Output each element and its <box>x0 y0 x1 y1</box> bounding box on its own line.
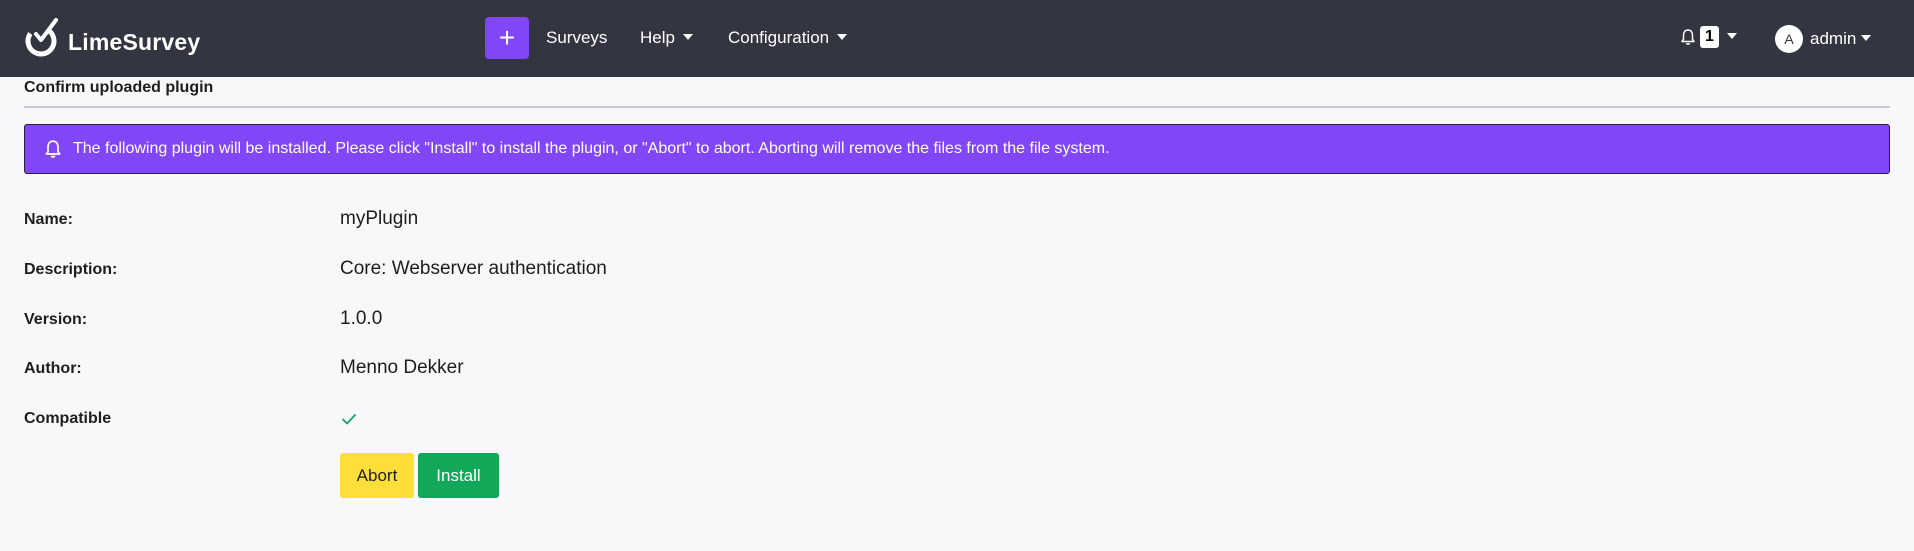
user-name: admin <box>1810 29 1857 48</box>
limesurvey-logo-icon <box>25 18 58 57</box>
nav-surveys-label: Surveys <box>546 28 608 47</box>
title-divider <box>24 106 1890 108</box>
chevron-down-icon <box>1861 34 1872 41</box>
chevron-down-icon <box>1726 32 1737 39</box>
avatar: A <box>1775 25 1803 53</box>
top-navbar: LimeSurvey + Surveys Help Configuration … <box>0 0 1914 77</box>
field-value-author: Menno Dekker <box>340 357 464 378</box>
install-info-alert: The following plugin will be installed. … <box>24 124 1890 174</box>
nav-help[interactable]: Help <box>640 28 693 48</box>
field-label-description: Description: <box>24 261 118 278</box>
chevron-down-icon <box>682 34 693 41</box>
notifications-button[interactable]: 1 <box>1680 26 1737 48</box>
field-value-version: 1.0.0 <box>340 308 383 329</box>
page-title: Confirm uploaded plugin <box>24 79 214 96</box>
nav-configuration-label: Configuration <box>728 28 830 47</box>
install-button[interactable]: Install <box>418 453 499 498</box>
field-value-name: myPlugin <box>340 208 419 229</box>
bell-icon <box>45 140 61 158</box>
nav-help-label: Help <box>640 28 675 47</box>
create-survey-button[interactable]: + <box>485 17 529 59</box>
chevron-down-icon <box>837 34 848 41</box>
user-menu[interactable]: A admin <box>1775 25 1872 53</box>
field-label-compatible: Compatible <box>24 410 112 427</box>
field-label-version: Version: <box>24 311 88 328</box>
alert-message: The following plugin will be installed. … <box>73 140 1110 157</box>
nav-surveys[interactable]: Surveys <box>546 28 607 48</box>
field-label-author: Author: <box>24 360 82 377</box>
notification-count-badge: 1 <box>1700 26 1719 48</box>
brand-logo[interactable]: LimeSurvey <box>22 16 200 58</box>
bell-icon <box>1681 29 1695 45</box>
field-value-description: Core: Webserver authentication <box>340 258 607 279</box>
brand-name: LimeSurvey <box>68 28 201 55</box>
nav-configuration[interactable]: Configuration <box>728 28 848 48</box>
field-label-name: Name: <box>24 211 73 228</box>
abort-button[interactable]: Abort <box>340 453 414 498</box>
check-icon <box>342 414 356 425</box>
